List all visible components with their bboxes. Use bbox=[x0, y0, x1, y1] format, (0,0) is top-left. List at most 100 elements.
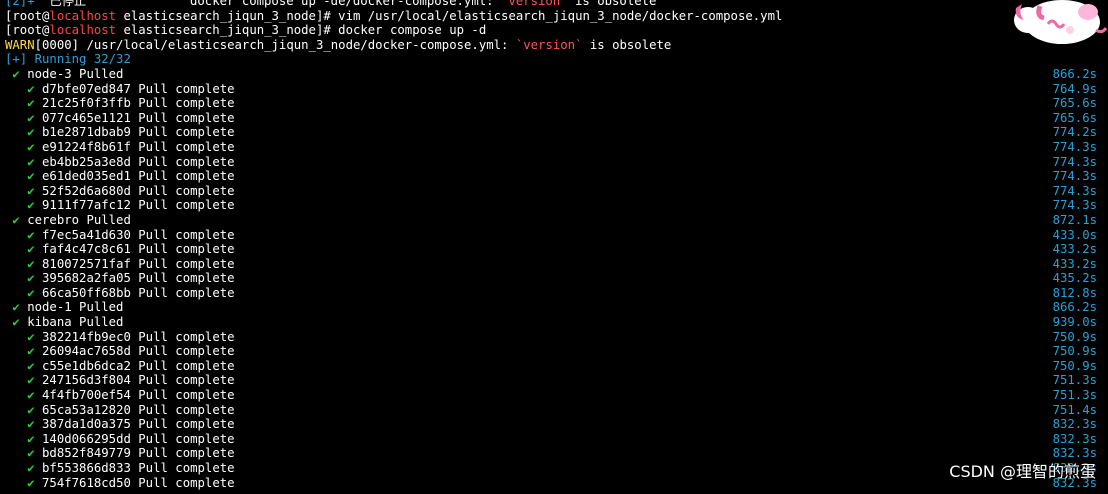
pull-group-name: node-1 Pulled bbox=[27, 300, 124, 315]
layer-status: Pull complete bbox=[138, 271, 235, 286]
layer-id: e61ded035ed1 bbox=[42, 169, 131, 184]
layer-id: 140d066295dd bbox=[42, 431, 131, 446]
check-icon: ✔ bbox=[27, 329, 35, 344]
layer-time: 774.3s bbox=[1052, 139, 1097, 154]
layer-status: Pull complete bbox=[138, 96, 235, 111]
pull-layer-line: ✔ 4f4fb700ef54 Pull complete 751.3s bbox=[5, 388, 1103, 403]
layer-status: Pull complete bbox=[138, 446, 235, 461]
layer-status: Pull complete bbox=[138, 110, 235, 125]
layer-status: Pull complete bbox=[138, 169, 235, 184]
check-icon: ✔ bbox=[27, 125, 35, 140]
layer-id: 247156d3f804 bbox=[42, 373, 131, 388]
job-command-tail: is obsolete bbox=[575, 0, 657, 8]
check-icon: ✔ bbox=[27, 446, 35, 461]
layer-id: e91224f8b61f bbox=[42, 139, 131, 154]
check-icon: ✔ bbox=[12, 315, 20, 330]
layer-status: Pull complete bbox=[138, 81, 235, 96]
layer-time: 765.6s bbox=[1052, 96, 1097, 111]
check-icon: ✔ bbox=[27, 417, 35, 432]
layer-time: 433.0s bbox=[1052, 227, 1097, 242]
layer-status: Pull complete bbox=[138, 329, 235, 344]
pull-group-time: 866.2s bbox=[1052, 66, 1097, 81]
check-icon: ✔ bbox=[27, 198, 35, 213]
layer-id: b1e2871dbab9 bbox=[42, 125, 131, 140]
csdn-watermark: CSDN @理智的煎蛋 bbox=[949, 462, 1096, 481]
cartoon-unicorn-icon bbox=[1014, 0, 1108, 44]
terminal-line-running: [+] Running 32/32 bbox=[5, 52, 1103, 67]
layer-id: 382214fb9ec0 bbox=[42, 329, 131, 344]
layer-time: 433.2s bbox=[1052, 256, 1097, 271]
check-icon: ✔ bbox=[27, 183, 35, 198]
check-icon: ✔ bbox=[27, 169, 35, 184]
pull-layer-line: ✔ 66ca50ff68bb Pull complete 812.8s bbox=[5, 286, 1103, 301]
layer-time: 832.3s bbox=[1052, 417, 1097, 432]
layer-status: Pull complete bbox=[138, 227, 235, 242]
layer-status: Pull complete bbox=[138, 125, 235, 140]
pull-layer-line: ✔ 140d066295dd Pull complete 832.3s bbox=[5, 432, 1103, 447]
pull-layer-line: ✔ 382214fb9ec0 Pull complete 750.9s bbox=[5, 330, 1103, 345]
terminal-line-prompt-vim: [root@localhost elasticsearch_jiqun_3_no… bbox=[5, 9, 1103, 24]
check-icon: ✔ bbox=[27, 96, 35, 111]
pull-progress-list: ✔ node-3 Pulled 866.2s ✔ d7bfe07ed847 Pul… bbox=[5, 67, 1103, 490]
terminal-window[interactable]: [2]+ 已停止 docker compose up -de/docker-co… bbox=[0, 0, 1108, 494]
check-icon: ✔ bbox=[27, 271, 35, 286]
job-command: docker compose up -de/docker-compose.yml… bbox=[190, 0, 494, 8]
pull-layer-line: ✔ 395682a2fa05 Pull complete 435.2s bbox=[5, 271, 1103, 286]
command-text: docker compose up -d bbox=[330, 23, 487, 38]
layer-id: 077c465e1121 bbox=[42, 110, 131, 125]
pull-layer-line: ✔ e91224f8b61f Pull complete 774.3s bbox=[5, 140, 1103, 155]
layer-id: 4f4fb700ef54 bbox=[42, 388, 131, 403]
layer-id: 810072571faf bbox=[42, 256, 131, 271]
pull-layer-line: ✔ bf553866d833 Pull complete 832.3s bbox=[5, 461, 1103, 476]
layer-time: 774.3s bbox=[1052, 183, 1097, 198]
check-icon: ✔ bbox=[27, 256, 35, 271]
terminal-line-prompt-compose: [root@localhost elasticsearch_jiqun_3_no… bbox=[5, 23, 1103, 38]
pull-layer-line: ✔ 21c25f0f3ffb Pull complete 765.6s bbox=[5, 96, 1103, 111]
pull-layer-line: ✔ e61ded035ed1 Pull complete 774.3s bbox=[5, 169, 1103, 184]
warn-tail: is obsolete bbox=[582, 37, 672, 52]
layer-id: d7bfe07ed847 bbox=[42, 81, 131, 96]
layer-id: 26094ac7658d bbox=[42, 344, 131, 359]
layer-status: Pull complete bbox=[138, 402, 235, 417]
pull-layer-line: ✔ 9111f77afc12 Pull complete 774.3s bbox=[5, 198, 1103, 213]
layer-status: Pull complete bbox=[138, 344, 235, 359]
check-icon: ✔ bbox=[27, 242, 35, 257]
check-icon: ✔ bbox=[27, 402, 35, 417]
layer-id: c55e1db6dca2 bbox=[42, 358, 131, 373]
warn-message: [0000] /usr/local/elasticsearch_jiqun_3_… bbox=[34, 37, 516, 52]
pull-layer-line: ✔ 247156d3f804 Pull complete 751.3s bbox=[5, 373, 1103, 388]
layer-id: 9111f77afc12 bbox=[42, 198, 131, 213]
pull-layer-line: ✔ d7bfe07ed847 Pull complete 764.9s bbox=[5, 82, 1103, 97]
version-keyword: `version` bbox=[500, 0, 568, 8]
layer-time: 765.6s bbox=[1052, 110, 1097, 125]
pull-group-time: 872.1s bbox=[1052, 212, 1097, 227]
layer-status: Pull complete bbox=[138, 183, 235, 198]
prompt-host: localhost bbox=[49, 23, 117, 38]
pull-group-line: ✔ node-1 Pulled 866.2s bbox=[5, 300, 1103, 315]
layer-time: 832.3s bbox=[1052, 431, 1097, 446]
layer-time: 774.3s bbox=[1052, 198, 1097, 213]
pull-layer-line: ✔ b1e2871dbab9 Pull complete 774.2s bbox=[5, 125, 1103, 140]
pull-layer-line: ✔ 65ca53a12820 Pull complete 751.4s bbox=[5, 403, 1103, 418]
layer-id: 395682a2fa05 bbox=[42, 271, 131, 286]
layer-status: Pull complete bbox=[138, 256, 235, 271]
layer-time: 764.9s bbox=[1052, 81, 1097, 96]
prompt-host: localhost bbox=[49, 8, 117, 23]
layer-id: f7ec5a41d630 bbox=[42, 227, 131, 242]
layer-id: eb4bb25a3e8d bbox=[42, 154, 131, 169]
layer-status: Pull complete bbox=[138, 475, 235, 490]
layer-status: Pull complete bbox=[138, 242, 235, 257]
layer-time: 751.4s bbox=[1052, 402, 1097, 417]
check-icon: ✔ bbox=[27, 110, 35, 125]
layer-id: 21c25f0f3ffb bbox=[42, 96, 131, 111]
layer-time: 750.9s bbox=[1052, 358, 1097, 373]
pull-group-time: 866.2s bbox=[1052, 300, 1097, 315]
layer-status: Pull complete bbox=[138, 373, 235, 388]
pull-layer-line: ✔ bd852f849779 Pull complete 832.3s bbox=[5, 446, 1103, 461]
layer-time: 774.2s bbox=[1052, 125, 1097, 140]
running-status: [+] Running 32/32 bbox=[5, 52, 131, 67]
pull-layer-line: ✔ 754f7618cd50 Pull complete 832.3s bbox=[5, 476, 1103, 491]
check-icon: ✔ bbox=[27, 285, 35, 300]
check-icon: ✔ bbox=[27, 81, 35, 96]
check-icon: ✔ bbox=[12, 300, 20, 315]
